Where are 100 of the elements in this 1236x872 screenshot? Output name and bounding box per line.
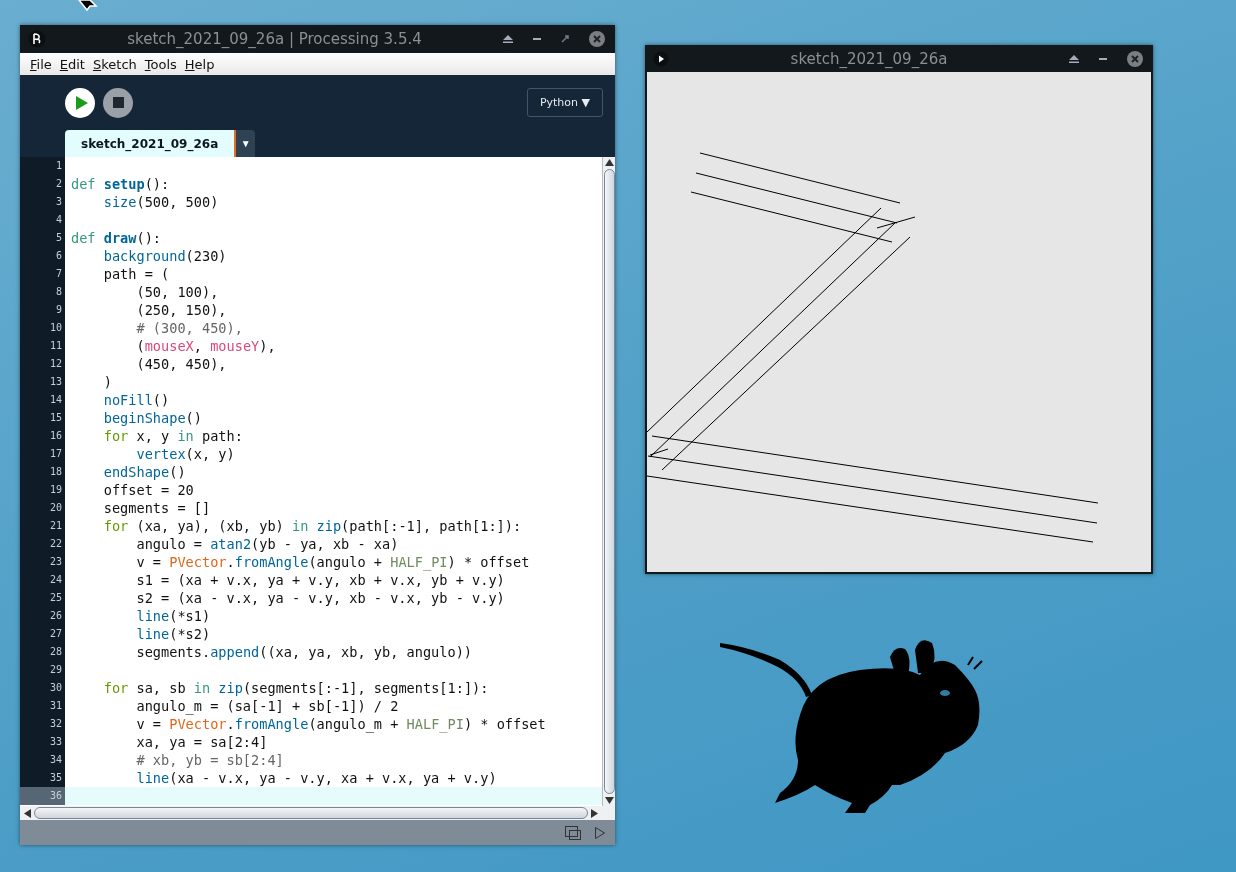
line-number: 25 bbox=[20, 589, 65, 607]
line-number: 24 bbox=[20, 571, 65, 589]
line-number: 6 bbox=[20, 247, 65, 265]
scroll-down-icon[interactable] bbox=[604, 797, 614, 804]
line-number: 20 bbox=[20, 499, 65, 517]
cursor-icon bbox=[78, 0, 98, 12]
line-number: 16 bbox=[20, 427, 65, 445]
scroll-right-icon[interactable] bbox=[591, 808, 598, 818]
code-line: angulo_m = (sa[-1] + sb[-1]) / 2 bbox=[135, 697, 400, 715]
line-number: 5 bbox=[20, 229, 65, 247]
line-number: 18 bbox=[20, 463, 65, 481]
app-logo-icon bbox=[28, 29, 46, 48]
run-button[interactable] bbox=[65, 87, 95, 118]
code-line: # xb, yb = sb[2:4] bbox=[135, 751, 285, 769]
code-line: noFill() bbox=[102, 391, 171, 409]
code-line: line(xa - v.x, ya - v.y, xa + v.x, ya + v.y) bbox=[135, 769, 498, 787]
code-line: for (xa, ya), (xb, yb) in zip(path[:-1], path[1:]): bbox=[102, 517, 523, 535]
menu-item[interactable]: Tools bbox=[144, 56, 177, 72]
code-line: size(500, 500) bbox=[102, 193, 220, 211]
menu-item[interactable]: File bbox=[30, 56, 52, 72]
code-line: segments = [] bbox=[102, 499, 212, 517]
code-line: path = ( bbox=[102, 265, 171, 283]
code-line: for sa, sb in zip(segments[:-1], segments[1:]): bbox=[102, 679, 490, 697]
line-number: 33 bbox=[20, 733, 65, 751]
mode-dropdown[interactable]: Python ▼ bbox=[526, 88, 603, 117]
code-line: offset = 20 bbox=[102, 481, 195, 499]
code-line: s2 = (xa - v.x, ya - v.y, xb - v.x, yb - v.y) bbox=[135, 589, 506, 607]
code-line: def draw(): bbox=[70, 229, 163, 247]
line-number: 2 bbox=[20, 175, 65, 193]
line-number: 31 bbox=[20, 697, 65, 715]
menu-item[interactable]: Sketch bbox=[92, 56, 137, 72]
code-line: line(*s2) bbox=[135, 625, 212, 643]
code-line: (50, 100), bbox=[135, 283, 220, 301]
line-number: 13 bbox=[20, 373, 65, 391]
code-line: ) bbox=[102, 373, 113, 391]
line-number: 10 bbox=[20, 319, 65, 337]
line-number: 19 bbox=[20, 481, 65, 499]
window-title: sketch_2021_09_26a bbox=[789, 49, 949, 68]
minimize-icon[interactable] bbox=[533, 37, 541, 40]
code-line: v = PVector.fromAngle(angulo_m + HALF_PI) * offset bbox=[135, 715, 547, 733]
scroll-up-icon[interactable] bbox=[604, 159, 614, 166]
line-number: 23 bbox=[20, 553, 65, 571]
line-number: 26 bbox=[20, 607, 65, 625]
code-line: beginShape() bbox=[102, 409, 203, 427]
line-number: 29 bbox=[20, 661, 65, 679]
code-line: xa, ya = sa[2:4] bbox=[135, 733, 269, 751]
tab-menu-button[interactable]: ▼ bbox=[236, 130, 256, 157]
line-number: 35 bbox=[20, 769, 65, 787]
console-icon[interactable] bbox=[565, 825, 581, 840]
line-number: 7 bbox=[20, 265, 65, 283]
code-line: line(*s1) bbox=[135, 607, 212, 625]
code-line: segments.append((xa, ya, xb, yb, angulo)) bbox=[135, 643, 474, 661]
vertical-scrollbar[interactable] bbox=[602, 157, 615, 806]
code-line: s1 = (xa + v.x, ya + v.y, xb + v.x, yb + v.y) bbox=[135, 571, 506, 589]
app-logo-icon bbox=[653, 50, 669, 67]
line-number: 4 bbox=[20, 211, 65, 229]
code-line: vertex(x, y) bbox=[135, 445, 236, 463]
play-icon bbox=[75, 95, 88, 110]
line-number: 30 bbox=[20, 679, 65, 697]
stop-icon bbox=[112, 97, 124, 108]
code-line: angulo = atan2(yb - ya, xb - xa) bbox=[135, 535, 400, 553]
play-icon[interactable] bbox=[595, 826, 605, 839]
stop-button[interactable] bbox=[103, 87, 133, 118]
code-line: for x, y in path: bbox=[102, 427, 244, 445]
close-icon[interactable] bbox=[1127, 50, 1143, 67]
window-title: sketch_2021_09_26a | Processing 3.5.4 bbox=[126, 29, 423, 48]
line-number: 14 bbox=[20, 391, 65, 409]
close-icon[interactable] bbox=[589, 30, 605, 47]
minimize-icon[interactable] bbox=[1099, 57, 1107, 60]
line-number: 21 bbox=[20, 517, 65, 535]
code-line: v = PVector.fromAngle(angulo + HALF_PI) * offset bbox=[135, 553, 531, 571]
line-number: 28 bbox=[20, 643, 65, 661]
menu-item[interactable]: Help bbox=[184, 56, 215, 72]
line-number: 8 bbox=[20, 283, 65, 301]
code-line: background(230) bbox=[102, 247, 228, 265]
line-number: 15 bbox=[20, 409, 65, 427]
code-line: def setup(): bbox=[70, 175, 171, 193]
line-number: 32 bbox=[20, 715, 65, 733]
line-number: 1 bbox=[20, 157, 65, 175]
horizontal-scrollbar[interactable] bbox=[20, 806, 615, 820]
shade-icon[interactable] bbox=[1069, 54, 1079, 63]
code-line: (mouseX, mouseY), bbox=[135, 337, 277, 355]
line-number: 12 bbox=[20, 355, 65, 373]
code-line: endShape() bbox=[102, 463, 187, 481]
line-number: 36 bbox=[20, 787, 65, 805]
code-line: (250, 150), bbox=[135, 301, 228, 319]
file-tab[interactable]: sketch_2021_09_26a bbox=[65, 130, 237, 157]
maximize-icon[interactable] bbox=[561, 34, 569, 43]
line-number: 17 bbox=[20, 445, 65, 463]
code-line: (450, 450), bbox=[135, 355, 228, 373]
line-number: 22 bbox=[20, 535, 65, 553]
line-number: 27 bbox=[20, 625, 65, 643]
shade-icon[interactable] bbox=[503, 34, 513, 43]
menu-item[interactable]: Edit bbox=[59, 56, 85, 72]
line-number: 9 bbox=[20, 301, 65, 319]
line-number: 11 bbox=[20, 337, 65, 355]
line-number: 34 bbox=[20, 751, 65, 769]
code-line: # (300, 450), bbox=[135, 319, 244, 337]
line-number: 3 bbox=[20, 193, 65, 211]
scroll-left-icon[interactable] bbox=[24, 808, 31, 818]
